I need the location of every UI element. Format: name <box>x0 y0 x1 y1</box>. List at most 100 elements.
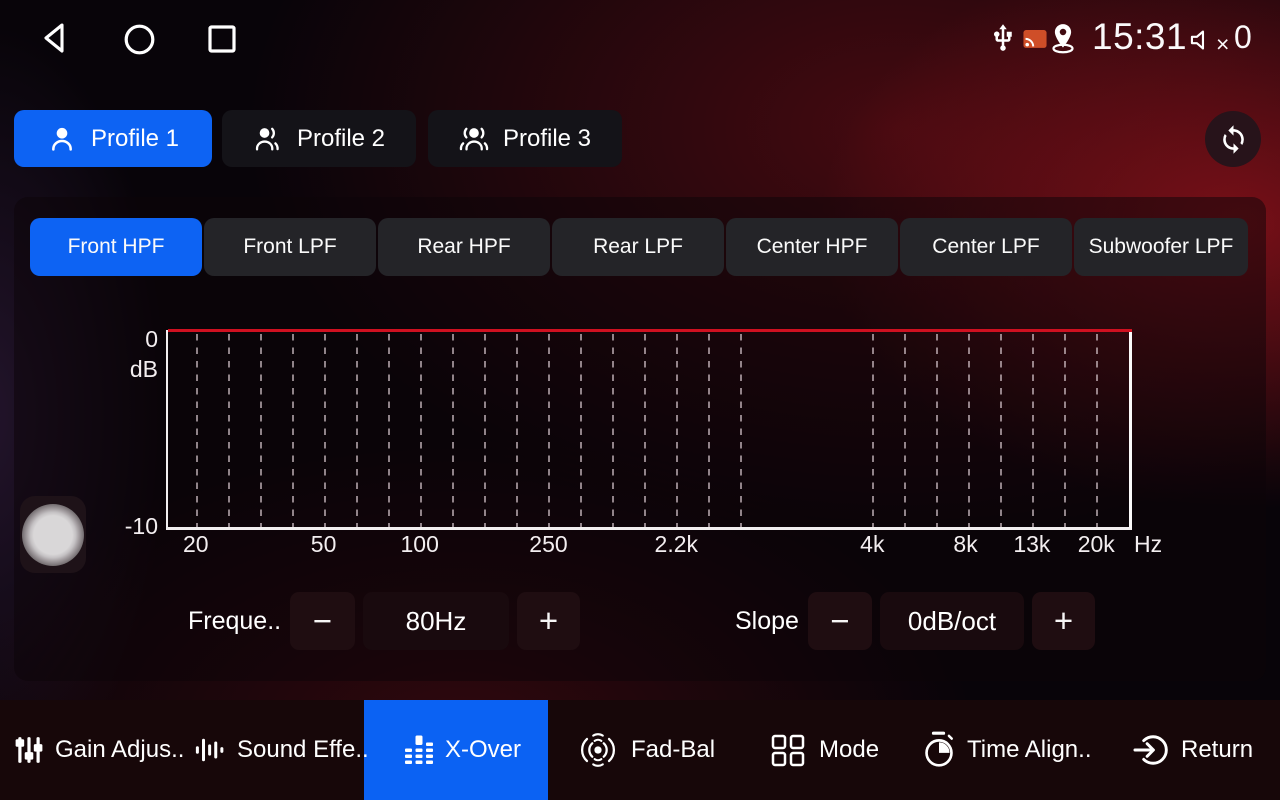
profile-tab-3[interactable]: Profile 3 <box>428 110 622 167</box>
nav-item-fad-bal[interactable]: Fad-Bal <box>576 700 715 800</box>
nav-item-label: Mode <box>819 736 879 764</box>
nav-item-label: X-Over <box>445 736 521 764</box>
tab-label: Center HPF <box>757 235 868 259</box>
nav-item-mode[interactable]: Mode <box>768 700 879 800</box>
tab-label: Subwoofer LPF <box>1089 235 1234 259</box>
chart-gridline <box>968 334 970 527</box>
person-waves-icon <box>459 125 489 153</box>
knob-icon <box>22 504 84 566</box>
nav-item-xover[interactable]: X-Over <box>404 700 521 800</box>
slope-label: Slope <box>735 592 799 650</box>
chart-gridline <box>1032 334 1034 527</box>
chart-gridline <box>516 334 518 527</box>
slope-plus-button[interactable]: + <box>1032 592 1095 650</box>
slope-minus-button[interactable]: − <box>808 592 872 650</box>
recents-icon[interactable] <box>207 24 237 54</box>
back-icon[interactable] <box>40 21 72 55</box>
return-icon <box>1133 732 1170 768</box>
x-tick-label: 20 <box>183 531 209 558</box>
usb-icon <box>988 22 1018 54</box>
frequency-minus-button[interactable]: − <box>290 592 355 650</box>
frequency-plus-button[interactable]: + <box>517 592 580 650</box>
chart-gridline <box>644 334 646 527</box>
home-icon[interactable] <box>123 23 156 56</box>
tab-front-lpf[interactable]: Front LPF <box>204 218 376 276</box>
chart-gridline <box>388 334 390 527</box>
y-tick-0: 0 <box>118 326 158 353</box>
profile-tab-label: Profile 3 <box>503 125 591 153</box>
profile-tab-1[interactable]: Profile 1 <box>14 110 212 167</box>
y-axis-unit: dB <box>118 356 158 383</box>
person-wave-icon <box>253 125 283 153</box>
nav-item-label: Time Align.. <box>967 736 1092 764</box>
floating-knob-widget[interactable] <box>20 496 86 573</box>
chart-gridlines <box>168 330 1129 527</box>
chart-gridline <box>420 334 422 527</box>
chart-gridline <box>452 334 454 527</box>
nav-item-time-align[interactable]: Time Align.. <box>922 700 1092 800</box>
minus-glyph: − <box>830 602 849 640</box>
x-tick-label: 100 <box>401 531 439 558</box>
chart-gridline <box>612 334 614 527</box>
nav-item-return[interactable]: Return <box>1133 700 1253 800</box>
mode-icon <box>768 730 808 770</box>
tab-front-hpf[interactable]: Front HPF <box>30 218 202 276</box>
tab-label: Center LPF <box>932 235 1039 259</box>
nav-item-label: Gain Adjus.. <box>55 736 184 764</box>
chart-gridline <box>580 334 582 527</box>
nav-item-label: Return <box>1181 736 1253 764</box>
nav-item-sound-effects[interactable]: Sound Effe.. <box>194 700 369 800</box>
frequency-value-text: 80Hz <box>406 606 467 637</box>
status-clock: 15:31 <box>1092 16 1187 58</box>
chart-gridline <box>708 334 710 527</box>
chart-gridline <box>292 334 294 527</box>
tab-label: Rear LPF <box>593 235 683 259</box>
nav-item-gain-adjust[interactable]: Gain Adjus.. <box>14 700 184 800</box>
chart-gridline <box>548 334 550 527</box>
tab-label: Front LPF <box>243 235 336 259</box>
nav-item-label: Fad-Bal <box>631 736 715 764</box>
tab-rear-lpf[interactable]: Rear LPF <box>552 218 724 276</box>
refresh-icon <box>1218 124 1249 155</box>
volume-times-glyph: × <box>1216 31 1229 58</box>
tab-rear-hpf[interactable]: Rear HPF <box>378 218 550 276</box>
x-tick-label: 13k <box>1013 531 1050 558</box>
profile-tab-label: Profile 1 <box>91 125 179 153</box>
x-tick-label: 250 <box>529 531 567 558</box>
refresh-button[interactable] <box>1205 111 1261 167</box>
nav-item-label: Sound Effe.. <box>237 736 369 764</box>
tab-label: Rear HPF <box>417 235 510 259</box>
x-tick-label: 8k <box>953 531 977 558</box>
chart-gridline <box>904 334 906 527</box>
crossover-chart[interactable] <box>166 330 1132 530</box>
chart-gridline <box>1064 334 1066 527</box>
x-tick-label: 20k <box>1078 531 1115 558</box>
tab-subwoofer-lpf[interactable]: Subwoofer LPF <box>1074 218 1248 276</box>
profile-tab-2[interactable]: Profile 2 <box>222 110 416 167</box>
chart-gridline <box>196 334 198 527</box>
frequency-value: 80Hz <box>363 592 509 650</box>
x-axis-unit: Hz <box>1134 531 1162 558</box>
chart-gridline <box>676 334 678 527</box>
plus-glyph: + <box>539 602 558 640</box>
minus-glyph: − <box>313 602 332 640</box>
response-curve <box>168 329 1132 332</box>
chart-gridline <box>356 334 358 527</box>
x-tick-label: 4k <box>860 531 884 558</box>
tab-label: Front HPF <box>68 235 165 259</box>
xover-icon <box>404 734 434 766</box>
x-tick-label: 50 <box>311 531 337 558</box>
person-icon <box>47 125 77 153</box>
frequency-label: Freque.. <box>188 592 281 650</box>
location-icon <box>1048 21 1078 56</box>
slope-value-text: 0dB/oct <box>908 606 996 637</box>
tab-center-hpf[interactable]: Center HPF <box>726 218 898 276</box>
fad-bal-icon <box>576 730 620 770</box>
chart-gridline <box>936 334 938 527</box>
time-align-icon <box>922 730 956 770</box>
tab-center-lpf[interactable]: Center LPF <box>900 218 1072 276</box>
chart-gridline <box>484 334 486 527</box>
chart-gridline <box>740 334 742 527</box>
chart-gridline <box>324 334 326 527</box>
chart-gridline <box>260 334 262 527</box>
